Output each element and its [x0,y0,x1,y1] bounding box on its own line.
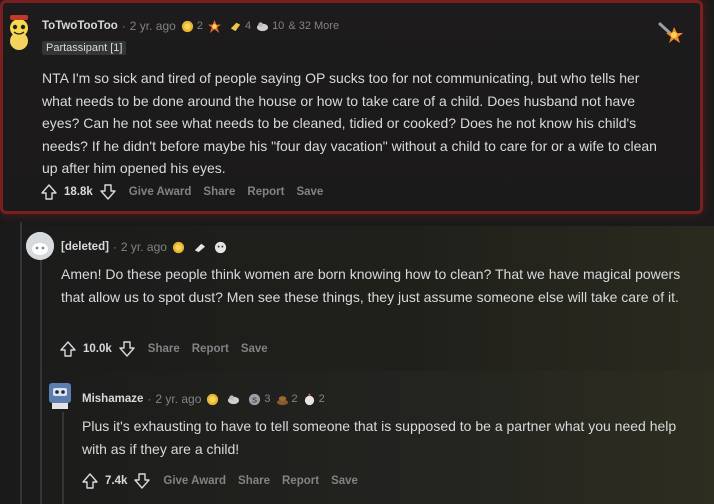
comment-body: NTA I'm so sick and tired of people sayi… [42,70,657,176]
report-button[interactable]: Report [282,475,319,487]
username: [deleted] [61,241,109,253]
share-button[interactable]: Share [238,475,270,487]
snoo-avatar-icon [10,15,28,50]
timestamp[interactable]: 2 yr. ago [121,240,167,254]
share-button[interactable]: Share [148,343,180,355]
share-button[interactable]: Share [203,186,235,198]
poop-award-icon [276,395,288,405]
wholesome-award-icon [256,21,269,31]
save-button[interactable]: Save [241,343,268,355]
wholesome-award-icon [228,394,240,404]
avatar[interactable] [4,11,34,51]
vote-score: 18.8k [64,186,93,198]
robot-avatar-icon [49,383,71,409]
upvote-icon[interactable] [59,340,77,358]
user-flair: Partassipant [1] [42,41,127,55]
svg-text:S: S [252,395,257,404]
award[interactable] [193,241,209,254]
wholesome-award-icon [214,241,227,253]
comment-body: Amen! Do these people think women are bo… [61,266,681,305]
rocket-award-icon[interactable] [657,21,683,45]
gold-award-icon [181,20,193,32]
timestamp[interactable]: 2 yr. ago [130,19,176,33]
award[interactable] [227,393,243,406]
award[interactable]: S 3 [248,393,271,406]
save-button[interactable]: Save [296,186,323,198]
report-button[interactable]: Report [247,186,284,198]
award[interactable] [214,241,230,254]
report-button[interactable]: Report [192,343,229,355]
downvote-icon[interactable] [99,183,117,201]
save-button[interactable]: Save [331,475,358,487]
give-award-button[interactable]: Give Award [163,475,226,487]
username[interactable]: Mishamaze [82,393,143,405]
robot-award-icon [304,393,314,405]
downvote-icon[interactable] [133,472,151,490]
avatar[interactable] [46,379,74,411]
vote-score: 10.0k [83,343,112,355]
hand-award-icon [230,22,241,31]
vote-score: 7.4k [105,475,128,487]
more-awards[interactable]: & 32 More [288,20,339,32]
username[interactable]: ToTwoTooToo [42,20,118,32]
upvote-icon[interactable] [40,183,58,201]
award[interactable] [207,19,224,33]
award[interactable] [206,393,222,406]
upvote-icon[interactable] [81,472,99,490]
thread-line-3[interactable] [62,412,64,504]
gold-award-icon [207,393,219,405]
silver-award-icon: S [249,393,261,405]
award[interactable] [172,241,188,254]
comment-body: Plus it's exhausting to have to tell som… [82,418,677,457]
explosion-award-icon [207,19,221,33]
hand-award-icon [194,243,206,252]
award[interactable]: 2 [303,393,325,406]
give-award-button[interactable]: Give Award [129,186,192,198]
award[interactable]: 10 [256,20,284,33]
downvote-icon[interactable] [118,340,136,358]
award[interactable]: 2 [276,393,298,406]
award[interactable]: 2 [181,20,203,33]
default-snoo-icon [26,232,54,260]
timestamp[interactable]: 2 yr. ago [155,392,201,406]
gold-award-icon [172,241,185,253]
award[interactable]: 4 [229,20,251,33]
avatar[interactable] [26,232,54,260]
